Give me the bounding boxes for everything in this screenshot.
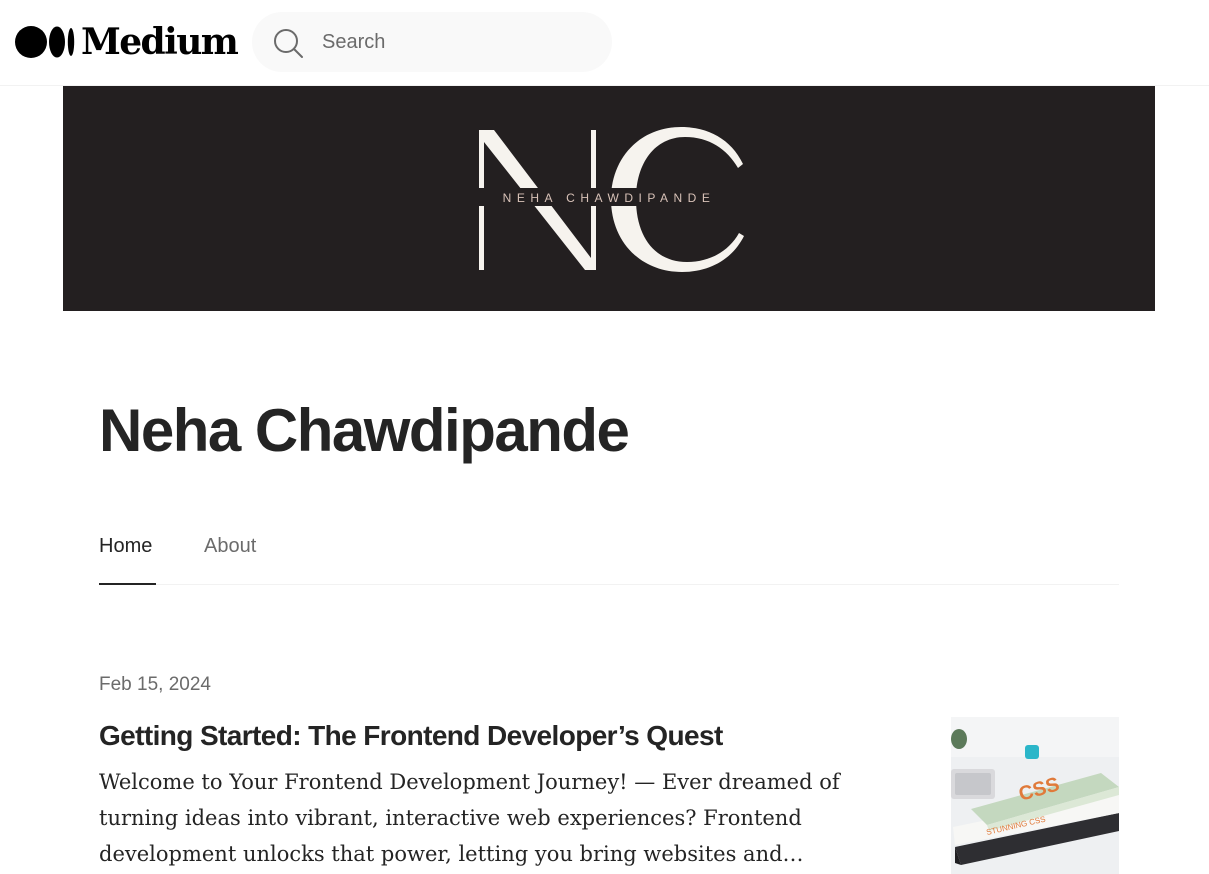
banner-logo: NC NEHA CHAWDIPANDE — [63, 86, 763, 272]
active-tab-indicator — [99, 583, 156, 585]
medium-logo[interactable]: Medium — [15, 21, 239, 63]
banner-monogram: NC — [63, 86, 65, 87]
medium-logo-text: Medium — [81, 21, 239, 63]
medium-logo-icon — [15, 26, 75, 58]
tab-about[interactable]: About — [204, 534, 256, 558]
search-icon[interactable] — [272, 27, 304, 59]
author-name: Neha Chawdipande — [99, 397, 630, 464]
banner-subtitle: NEHA CHAWDIPANDE — [503, 191, 716, 205]
post-title[interactable]: Getting Started: The Frontend Developer’… — [99, 718, 899, 754]
search-box[interactable] — [252, 12, 612, 72]
profile-banner: NC NEHA CHAWDIPANDE — [63, 86, 1155, 311]
post-date: Feb 15, 2024 — [99, 674, 211, 695]
profile-tabs: Home About — [99, 520, 1119, 585]
post-excerpt[interactable]: Welcome to Your Frontend Development Jou… — [99, 764, 859, 872]
books-photo-icon: CSS STUNNING CSS — [951, 717, 1119, 874]
post-thumbnail[interactable]: CSS STUNNING CSS — [951, 717, 1119, 874]
top-navbar: Medium — [0, 0, 1209, 86]
tab-home[interactable]: Home — [99, 534, 152, 558]
search-input[interactable] — [322, 26, 592, 58]
